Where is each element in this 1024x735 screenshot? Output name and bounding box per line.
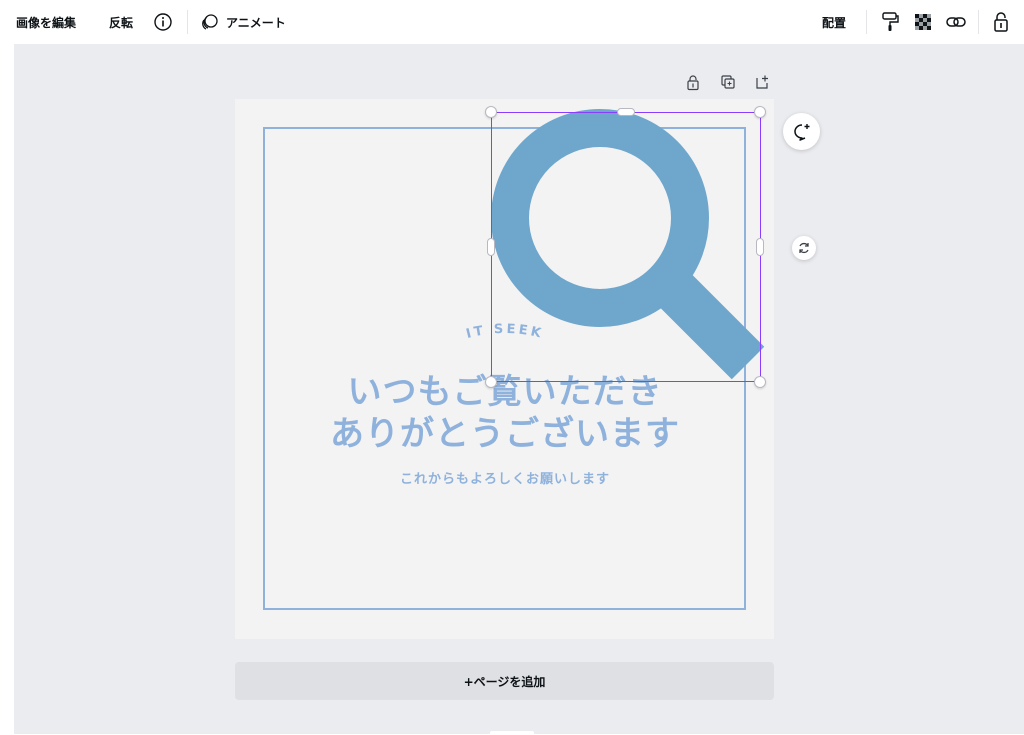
flip-button[interactable]: 反転: [109, 0, 133, 44]
resize-handle-top-left[interactable]: [485, 106, 497, 118]
headline-line-2[interactable]: ありがとうございます: [240, 406, 770, 455]
resize-handle-bottom-left[interactable]: [485, 376, 497, 388]
add-page-button[interactable]: +ページを追加: [235, 662, 774, 700]
top-toolbar: 画像を編集 反転 アニメート 配置: [0, 0, 1024, 44]
resize-handle-top[interactable]: [617, 108, 635, 116]
resize-handle-top-right[interactable]: [754, 106, 766, 118]
toolbar-divider: [187, 10, 188, 34]
add-page-icon[interactable]: [752, 72, 772, 92]
animate-label: アニメート: [226, 15, 286, 30]
comment-add-button[interactable]: [783, 113, 820, 150]
rotate-button[interactable]: [792, 236, 816, 260]
comment-add-icon: [792, 122, 812, 142]
transparency-icon[interactable]: [911, 10, 935, 34]
edit-image-button[interactable]: 画像を編集: [16, 0, 76, 44]
subline-text[interactable]: これからもよろしくお願いします: [240, 468, 770, 487]
animate-icon: [200, 12, 220, 32]
info-icon[interactable]: [151, 10, 175, 34]
toolbar-divider: [866, 10, 867, 34]
resize-handle-right[interactable]: [756, 238, 764, 256]
resize-handle-left[interactable]: [487, 238, 495, 256]
position-button[interactable]: 配置: [822, 0, 846, 44]
link-icon[interactable]: [944, 10, 968, 34]
rotate-icon: [797, 241, 811, 255]
magnifier-graphic[interactable]: [490, 108, 765, 383]
resize-handle-bottom-right[interactable]: [754, 376, 766, 388]
scroll-indicator[interactable]: [490, 731, 534, 735]
lock-icon[interactable]: [683, 72, 703, 92]
lock-icon[interactable]: [989, 10, 1013, 34]
toolbar-divider: [978, 10, 979, 34]
style-paint-roller-icon[interactable]: [878, 10, 902, 34]
animate-button[interactable]: アニメート: [200, 0, 286, 44]
duplicate-icon[interactable]: [718, 72, 738, 92]
